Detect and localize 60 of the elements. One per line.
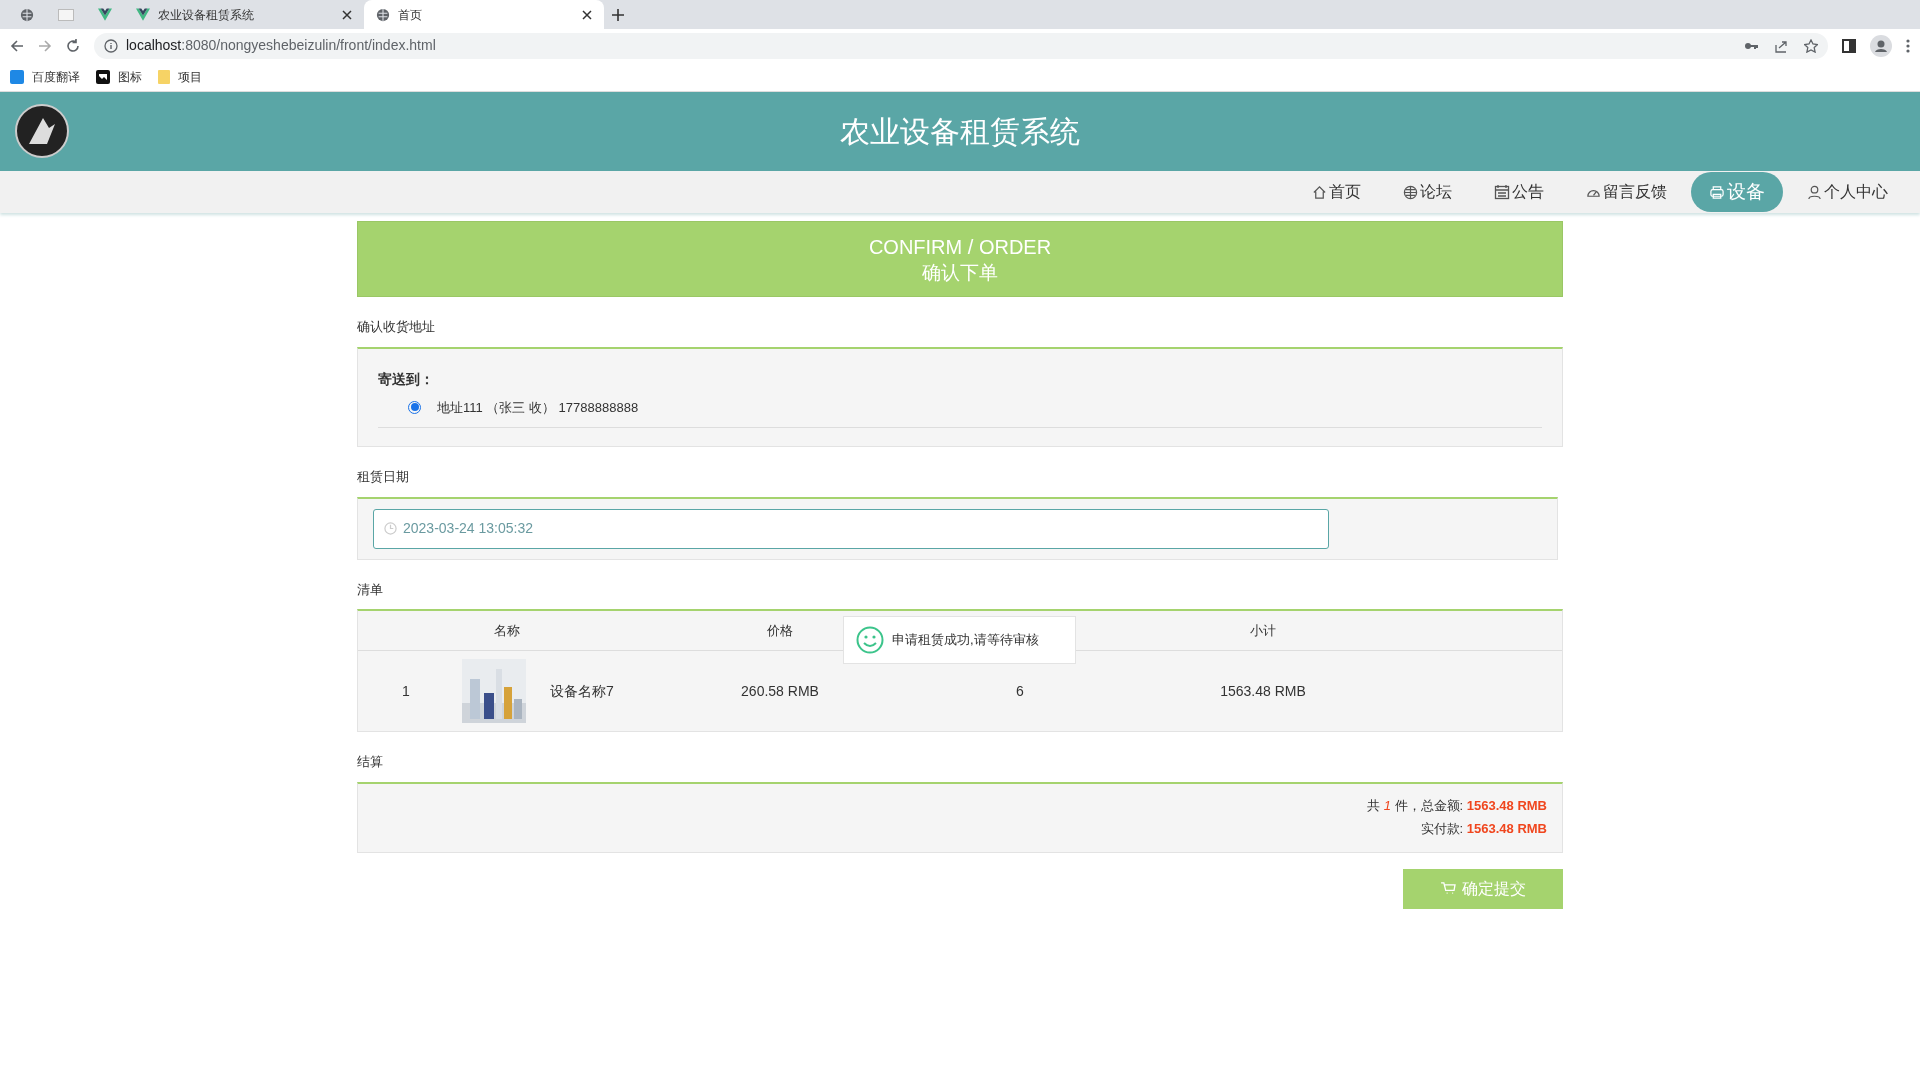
toast-message: 申请租赁成功,请等待审核 <box>843 616 1076 664</box>
cart-icon <box>1440 882 1456 895</box>
image-icon <box>96 69 110 84</box>
globe-icon <box>20 7 34 22</box>
side-panel-icon[interactable] <box>1842 38 1856 53</box>
reload-icon[interactable] <box>66 38 80 53</box>
browser-tab[interactable]: 农业设备租赁系统 <box>124 0 364 29</box>
column-header: 小计 <box>1250 621 1276 640</box>
translate-icon <box>10 69 24 84</box>
bookmark[interactable]: 项目 <box>178 67 202 86</box>
globe-icon <box>1403 184 1418 200</box>
printer-icon <box>1709 184 1725 200</box>
home-icon <box>1312 184 1327 200</box>
total-summary: 共 1 件，总金额: 1563.48 RMB <box>1366 796 1547 815</box>
back-icon[interactable] <box>10 38 24 53</box>
table-cell-text: 1563.48 RMB <box>1220 681 1306 701</box>
folder-icon <box>158 69 170 84</box>
banner-title: CONFIRM / ORDER <box>867 235 1053 260</box>
user-icon <box>1807 184 1822 200</box>
key-icon[interactable] <box>1744 40 1758 51</box>
column-header: 价格 <box>767 621 793 640</box>
new-tab-icon[interactable] <box>612 9 624 21</box>
site-title: 农业设备租赁系统 <box>840 113 1080 150</box>
section-heading: 确认收货地址 <box>357 318 436 336</box>
calendar-icon <box>1494 184 1510 200</box>
clock-icon <box>384 522 397 535</box>
banner-subtitle: 确认下单 <box>921 261 999 285</box>
close-icon[interactable] <box>582 9 592 20</box>
section-heading: 清单 <box>357 580 384 599</box>
share-icon[interactable] <box>1774 38 1788 53</box>
nav-tab[interactable]: 公告 <box>1476 174 1562 210</box>
bookmark[interactable]: 百度翻译 <box>32 67 80 86</box>
nav-tab[interactable]: 论坛 <box>1385 174 1470 210</box>
logo-icon <box>15 104 69 158</box>
paid-summary: 实付款: 1563.48 RMB <box>1419 820 1547 838</box>
menu-icon[interactable] <box>1906 38 1910 53</box>
bookmark[interactable]: 图标 <box>118 67 142 86</box>
table-cell-text: 1 <box>402 681 410 701</box>
nav-tab[interactable]: 首页 <box>1294 174 1379 210</box>
nav-tab[interactable]: 个人中心 <box>1789 174 1906 210</box>
table-cell-text: 设备名称7 <box>550 681 614 701</box>
address-bar[interactable]: localhost:8080/nongyeshebeizulin/front/index.html <box>94 32 1828 59</box>
page-icon <box>58 8 74 21</box>
smiley-icon <box>856 626 884 654</box>
address-option: 地址111 （张三 收） 17788888888 <box>437 397 639 417</box>
star-icon[interactable] <box>1804 38 1818 53</box>
ship-to-label: 寄送到： <box>378 369 435 389</box>
v-logo-icon <box>136 8 150 21</box>
nav-tab[interactable]: 留言反馈 <box>1568 174 1685 210</box>
close-icon[interactable] <box>342 9 352 20</box>
table-cell-text: 260.58 RMB <box>741 681 819 701</box>
info-icon <box>104 38 118 53</box>
column-header: 名称 <box>494 621 520 640</box>
section-heading: 结算 <box>357 753 384 771</box>
table-cell-text: 6 <box>1016 681 1024 701</box>
v-logo-icon <box>98 8 112 21</box>
section-heading: 租赁日期 <box>357 468 410 486</box>
browser-tab[interactable]: 首页 <box>364 0 604 29</box>
profile-icon[interactable] <box>1870 34 1892 57</box>
globe-icon <box>376 7 390 22</box>
